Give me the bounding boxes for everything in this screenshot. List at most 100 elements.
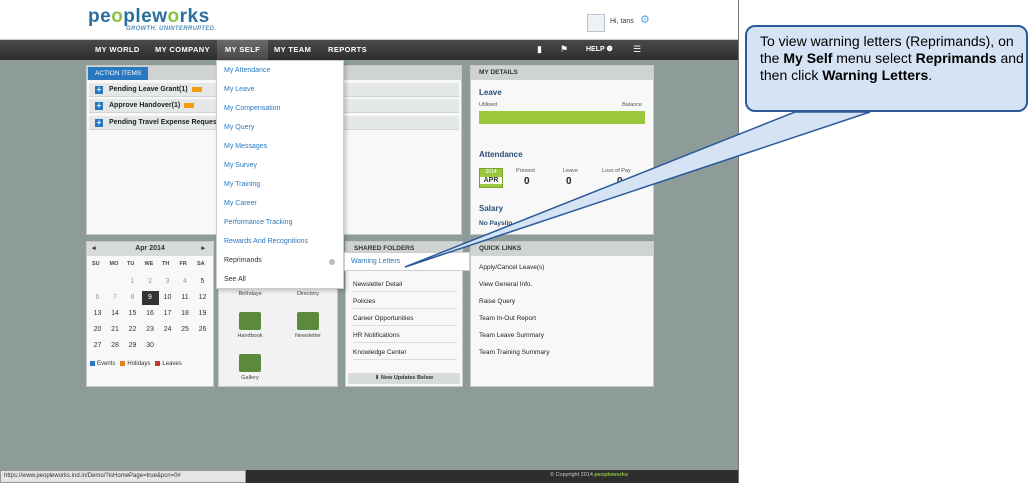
calendar-day[interactable]: 10 <box>159 291 176 305</box>
calendar-day[interactable]: 6 <box>89 291 106 305</box>
menu-item-my-query[interactable]: My Query <box>224 124 254 131</box>
menu-item-reprimands[interactable]: Reprimands <box>224 257 262 264</box>
calendar-day[interactable]: 14 <box>107 307 124 321</box>
nav-my-self[interactable]: MY SELF <box>217 40 269 60</box>
calendar-day[interactable]: 22 <box>124 323 141 337</box>
quick-link[interactable]: Team In-Out Report <box>479 315 536 322</box>
nav-my-world[interactable]: MY WORLD <box>87 40 148 60</box>
calendar-day[interactable]: 25 <box>177 323 194 337</box>
calendar-day[interactable]: 27 <box>89 339 106 353</box>
calendar-day[interactable]: 2 <box>142 275 159 289</box>
calendar-day[interactable]: 18 <box>177 307 194 321</box>
calendar-day[interactable]: 26 <box>194 323 211 337</box>
calendar-day[interactable]: 20 <box>89 323 106 337</box>
folder-link[interactable]: HR Notifications <box>353 332 457 343</box>
menu-item-my-messages[interactable]: My Messages <box>224 143 267 150</box>
directory-shortcut[interactable]: Directory <box>279 291 337 297</box>
events-swatch <box>90 361 95 366</box>
calendar-day[interactable]: 15 <box>124 307 141 321</box>
gallery-shortcut[interactable]: Gallery <box>221 354 279 381</box>
calendar-day[interactable]: 13 <box>89 307 106 321</box>
status-bar: https://www.peopleworks.ind.in/Demo/?isH… <box>0 470 738 483</box>
calendar-day[interactable]: 9 <box>141 291 159 305</box>
weekday-label: SU <box>92 261 100 267</box>
weekday-label: SA <box>197 261 205 267</box>
leaves-swatch <box>155 361 161 366</box>
logo[interactable]: peopleworks <box>88 6 210 28</box>
menu-icon[interactable]: ☰ <box>633 44 641 55</box>
menu-item-my-career[interactable]: My Career <box>224 200 257 207</box>
calendar-day[interactable]: 11 <box>177 291 194 305</box>
quick-link[interactable]: Apply/Cancel Leave(s) <box>479 264 544 271</box>
avatar[interactable] <box>587 14 605 32</box>
calendar-day[interactable]: 19 <box>194 307 211 321</box>
calendar-day[interactable]: 8 <box>124 291 141 305</box>
salary-title[interactable]: Salary <box>479 204 503 213</box>
help-button[interactable]: HELP ❷ <box>586 40 613 60</box>
nav-my-company[interactable]: MY COMPANY <box>147 40 218 60</box>
holidays-swatch <box>120 361 126 366</box>
calendar-day <box>177 339 194 353</box>
plus-icon[interactable]: + <box>95 102 103 110</box>
chevron-right-icon[interactable]: ▸ <box>201 242 205 256</box>
handbook-shortcut[interactable]: Handbook <box>221 312 279 339</box>
menu-item-my-training[interactable]: My Training <box>224 181 260 188</box>
calendar-widget: ◂ Apr 2014 ▸ SU MO TU WE TH FR SA 1 2 3 4 5 6 7 8 9 10 1… <box>86 241 214 387</box>
calendar-day[interactable]: 1 <box>124 275 141 289</box>
my-self-dropdown: My Attendance My Leave My Compensation M… <box>216 60 344 289</box>
menu-item-my-leave[interactable]: My Leave <box>224 86 254 93</box>
new-updates-button[interactable]: ⬇ New Updates Below <box>348 373 460 384</box>
quick-link[interactable]: Team Training Summary <box>479 349 549 356</box>
lop-count: 0 <box>617 176 623 187</box>
quick-links-panel: QUICK LINKS Apply/Cancel Leave(s) View G… <box>470 241 654 387</box>
menu-item-my-attendance[interactable]: My Attendance <box>224 67 270 74</box>
quick-link[interactable]: View General Info. <box>479 281 532 288</box>
plus-icon[interactable]: + <box>95 119 103 127</box>
book-icon[interactable]: ▮ <box>537 44 542 55</box>
calendar-day[interactable]: 7 <box>107 291 124 305</box>
folder-link[interactable]: Knowledge Center <box>353 349 457 360</box>
calendar-day[interactable]: 30 <box>142 339 159 353</box>
calendar-day[interactable]: 17 <box>159 307 176 321</box>
reprimands-submenu: Warning Letters <box>344 252 470 271</box>
menu-item-my-survey[interactable]: My Survey <box>224 162 257 169</box>
folder-link[interactable]: Policies <box>353 298 457 309</box>
menu-item-my-compensation[interactable]: My Compensation <box>224 105 280 112</box>
nav-my-team[interactable]: MY TEAM <box>266 40 319 60</box>
calendar-day[interactable]: 12 <box>194 291 211 305</box>
calendar-day[interactable]: 3 <box>159 275 176 289</box>
plus-icon[interactable]: + <box>95 86 103 94</box>
user-greeting: Hi, tans <box>610 18 634 25</box>
birthdays-shortcut[interactable]: Birthdays <box>221 291 279 297</box>
menu-item-performance-tracking[interactable]: Performance Tracking <box>224 219 292 226</box>
folder-link[interactable]: Career Opportunities <box>353 315 457 326</box>
attendance-title[interactable]: Attendance <box>479 150 523 159</box>
calendar-day[interactable]: 21 <box>107 323 124 337</box>
calendar-day[interactable]: 28 <box>107 339 124 353</box>
tab-action-items[interactable]: ACTION ITEMS <box>88 67 149 80</box>
calendar-day[interactable]: 29 <box>124 339 141 353</box>
weekday-label: WE <box>144 261 154 267</box>
attendance-month-badge: 2014 APR <box>479 168 503 188</box>
menu-item-see-all[interactable]: See All <box>224 276 246 283</box>
gear-icon[interactable]: ⚙ <box>640 13 650 26</box>
menu-item-warning-letters[interactable]: Warning Letters <box>351 258 400 265</box>
calendar-day[interactable]: 23 <box>142 323 159 337</box>
newsletter-shortcut[interactable]: Newsletter <box>279 312 337 339</box>
image-icon <box>239 354 261 372</box>
quick-link[interactable]: Team Leave Summary <box>479 332 544 339</box>
status-url: https://www.peopleworks.ind.in/Demo/?isH… <box>0 470 246 483</box>
chevron-left-icon[interactable]: ◂ <box>92 242 96 256</box>
balance-label: Balance <box>622 102 642 108</box>
nav-reports[interactable]: REPORTS <box>320 40 375 60</box>
folder-link[interactable]: Newsletter Detail <box>353 281 457 292</box>
quick-link[interactable]: Raise Query <box>479 298 515 305</box>
calendar-day[interactable]: 5 <box>194 275 211 289</box>
leave-title[interactable]: Leave <box>479 88 502 97</box>
flag-icon[interactable]: ⚑ <box>560 44 568 55</box>
calendar-day <box>159 339 176 353</box>
menu-item-rewards[interactable]: Rewards And Recognitions <box>224 238 308 245</box>
calendar-day[interactable]: 4 <box>177 275 194 289</box>
calendar-day[interactable]: 16 <box>142 307 159 321</box>
calendar-day[interactable]: 24 <box>159 323 176 337</box>
